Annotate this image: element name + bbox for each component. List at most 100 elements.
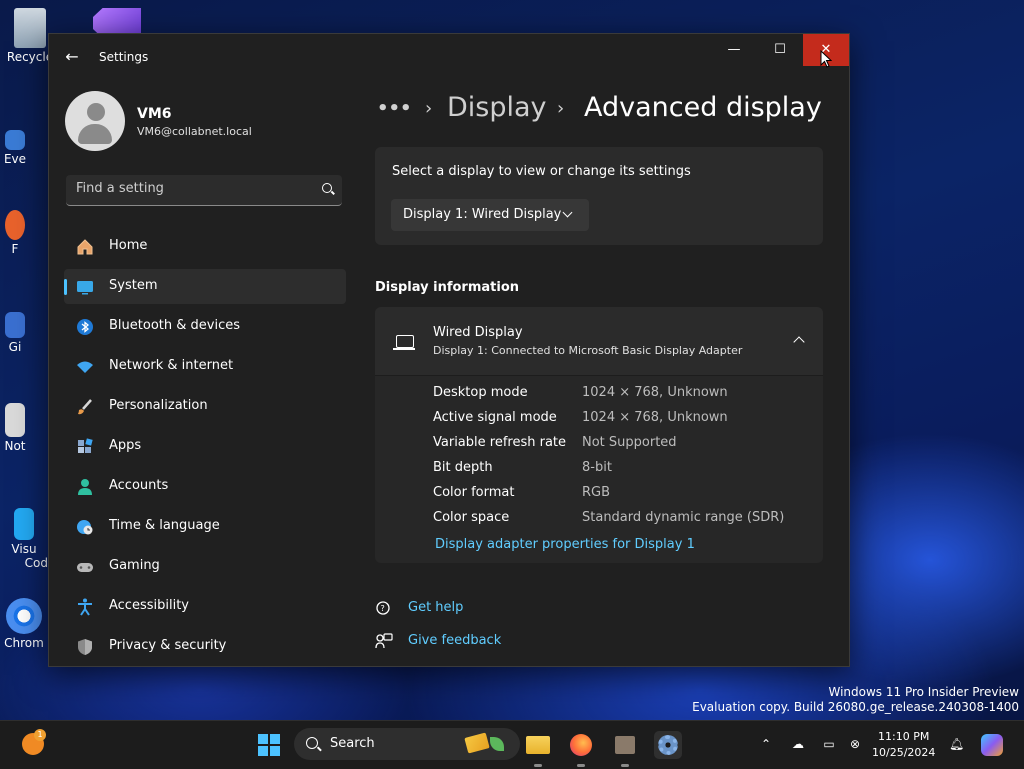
maximize-button[interactable]: ☐ bbox=[757, 34, 803, 66]
system-icon bbox=[77, 281, 93, 295]
display-icon[interactable]: ▭ bbox=[822, 737, 836, 751]
file-explorer-taskbar-button[interactable] bbox=[524, 731, 552, 767]
evaluation-watermark: Windows 11 Pro Insider Preview Evaluatio… bbox=[692, 685, 1019, 715]
firefox-taskbar-button[interactable] bbox=[567, 731, 595, 767]
globe-clock-icon bbox=[77, 520, 93, 535]
accessibility-icon bbox=[78, 598, 92, 616]
git-icon bbox=[5, 312, 25, 338]
desktop-icon-gi[interactable]: Gi bbox=[0, 312, 30, 354]
firefox-icon bbox=[570, 734, 592, 756]
desktop-icon-eve[interactable]: Eve bbox=[0, 130, 30, 166]
windows-logo-tile bbox=[258, 734, 268, 744]
windows-logo-tile bbox=[258, 746, 268, 756]
arrow-left-icon: ← bbox=[65, 47, 79, 66]
search-icon bbox=[306, 737, 318, 749]
title-bar[interactable]: ← Settings — ☐ ✕ bbox=[49, 34, 849, 80]
window-title: Settings bbox=[99, 50, 149, 64]
clock-time: 11:10 PM bbox=[878, 730, 930, 743]
get-help-label: Get help bbox=[408, 600, 464, 615]
recycle-bin-icon bbox=[14, 8, 46, 48]
clock[interactable]: 11:10 PM 10/25/2024 bbox=[872, 729, 935, 761]
settings-taskbar-button[interactable] bbox=[654, 731, 682, 759]
sidebar-item-apps[interactable]: Apps bbox=[64, 429, 346, 464]
sidebar-item-time-language[interactable]: Time & language bbox=[64, 509, 346, 544]
info-value: RGB bbox=[582, 485, 611, 500]
taskbar: 1 Search ⌃ ☁ ▭ ⊗ 11:10 PM 10/25/2024 🔔︎ bbox=[0, 720, 1024, 769]
windows-logo-tile bbox=[270, 734, 280, 744]
info-value: 1024 × 768, Unknown bbox=[582, 410, 728, 425]
user-name: VM6 bbox=[137, 106, 172, 122]
taskbar-search[interactable]: Search bbox=[294, 728, 520, 760]
volume-muted-icon[interactable]: ⊗ bbox=[848, 737, 862, 751]
chevron-up-icon[interactable]: ⌃ bbox=[759, 737, 773, 751]
desktop-icon-f[interactable]: F bbox=[0, 210, 30, 256]
notepad-icon bbox=[5, 403, 25, 437]
folder-icon bbox=[526, 736, 550, 754]
copilot-icon[interactable] bbox=[981, 734, 1003, 756]
firefox-icon bbox=[5, 210, 25, 240]
info-value: Not Supported bbox=[582, 435, 677, 450]
display-name: Wired Display bbox=[433, 325, 523, 340]
breadcrumb-more-button[interactable]: ••• bbox=[377, 98, 412, 119]
gamepad-icon bbox=[77, 563, 93, 572]
sidebar-item-bluetooth[interactable]: Bluetooth & devices bbox=[64, 309, 346, 344]
info-label: Variable refresh rate bbox=[433, 435, 567, 450]
avatar-body bbox=[78, 124, 112, 144]
home-icon bbox=[77, 239, 93, 255]
sidebar-item-label: Bluetooth & devices bbox=[109, 318, 240, 333]
sidebar-item-home[interactable]: Home bbox=[64, 229, 346, 264]
network-off-icon[interactable]: ☁ bbox=[791, 737, 805, 751]
search-input[interactable] bbox=[76, 181, 306, 196]
clock-date: 10/25/2024 bbox=[872, 746, 936, 759]
give-feedback-label: Give feedback bbox=[408, 633, 502, 648]
minimize-button[interactable]: — bbox=[711, 34, 757, 66]
desktop-icon-vscode[interactable]: Visu Cod bbox=[0, 508, 48, 570]
sidebar-item-label: Time & language bbox=[109, 518, 220, 533]
brush-icon bbox=[78, 399, 92, 415]
sidebar-item-gaming[interactable]: Gaming bbox=[64, 549, 346, 584]
section-title-display-information: Display information bbox=[375, 280, 520, 295]
search-icon[interactable] bbox=[322, 183, 332, 193]
store-taskbar-button[interactable] bbox=[611, 731, 639, 767]
display-info-header[interactable]: Wired Display Display 1: Connected to Mi… bbox=[375, 307, 823, 376]
info-label: Active signal mode bbox=[433, 410, 557, 425]
start-button[interactable] bbox=[258, 734, 280, 756]
sidebar-item-label: Home bbox=[109, 238, 148, 253]
shortcut-icon bbox=[5, 130, 25, 150]
search-highlight-icon bbox=[464, 732, 490, 754]
breadcrumb-display-link[interactable]: Display bbox=[447, 92, 547, 123]
notification-bell-icon[interactable]: 🔔︎ bbox=[949, 737, 964, 751]
chevron-down-icon bbox=[562, 207, 573, 218]
back-button[interactable]: ← bbox=[61, 46, 83, 68]
watermark-line: Windows 11 Pro Insider Preview bbox=[828, 685, 1019, 699]
sidebar-item-label: Accessibility bbox=[109, 598, 189, 613]
vscode-icon bbox=[14, 508, 34, 540]
store-icon bbox=[615, 736, 635, 754]
taskbar-search-label: Search bbox=[330, 736, 375, 751]
search-box[interactable] bbox=[66, 175, 342, 206]
desktop-icon-chrome[interactable]: Chrom bbox=[0, 598, 48, 650]
display-select-dropdown[interactable]: Display 1: Wired Display bbox=[391, 199, 589, 231]
info-label: Desktop mode bbox=[433, 385, 528, 400]
sidebar-item-label: Network & internet bbox=[109, 358, 234, 373]
feedback-icon bbox=[375, 633, 393, 649]
sidebar-item-accounts[interactable]: Accounts bbox=[64, 469, 346, 504]
user-email: VM6@collabnet.local bbox=[137, 125, 252, 138]
sidebar-item-system[interactable]: System bbox=[64, 269, 346, 304]
display-adapter-properties-link[interactable]: Display adapter properties for Display 1 bbox=[435, 537, 695, 552]
desktop-icon-label: Eve bbox=[3, 152, 27, 166]
desktop-icon-label: Visu bbox=[11, 542, 37, 556]
chevron-up-icon[interactable] bbox=[793, 336, 805, 348]
sidebar-item-network[interactable]: Network & internet bbox=[64, 349, 346, 384]
desktop-icon-notepad[interactable]: Not bbox=[0, 403, 30, 453]
sidebar-item-accessibility[interactable]: Accessibility bbox=[64, 589, 346, 624]
desktop-icon-label: F bbox=[11, 242, 19, 256]
watermark-line: Evaluation copy. Build 26080.ge_release.… bbox=[692, 700, 1019, 714]
chevron-right-icon: › bbox=[425, 98, 433, 119]
mouse-cursor-icon bbox=[820, 50, 832, 68]
sidebar-item-privacy-security[interactable]: Privacy & security bbox=[64, 629, 346, 664]
sidebar-item-personalization[interactable]: Personalization bbox=[64, 389, 346, 424]
desktop-icon-label: Chrom bbox=[4, 636, 44, 650]
info-label: Color space bbox=[433, 510, 510, 525]
avatar[interactable] bbox=[65, 91, 125, 151]
